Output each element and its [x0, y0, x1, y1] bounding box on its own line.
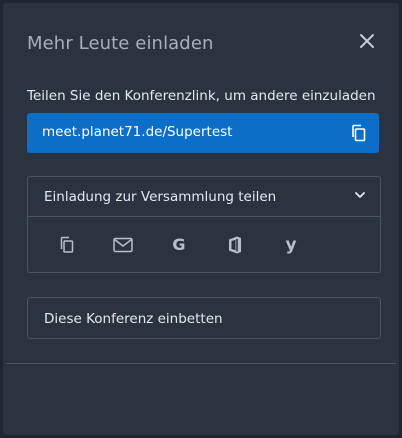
copy-icon[interactable]	[349, 123, 369, 143]
meeting-link-url: meet.planet71.de/Supertest	[42, 124, 233, 140]
invite-share-panel: Einladung zur Versammlung teilen G y	[27, 176, 381, 273]
office365-icon[interactable]	[223, 233, 247, 257]
chevron-down-icon[interactable]	[352, 187, 368, 203]
invite-share-label: Einladung zur Versammlung teilen	[44, 189, 277, 205]
copy-icon[interactable]	[55, 233, 79, 257]
close-icon[interactable]	[356, 30, 378, 52]
embed-meeting-label: Diese Konferenz einbetten	[44, 311, 223, 327]
share-link-label: Teilen Sie den Konferenzlink, um andere …	[27, 88, 376, 104]
invite-share-header[interactable]: Einladung zur Versammlung teilen	[28, 177, 380, 217]
yahoo-icon[interactable]: y	[279, 233, 303, 257]
meeting-link-field[interactable]: meet.planet71.de/Supertest	[27, 113, 379, 153]
email-icon[interactable]	[111, 233, 135, 257]
google-icon[interactable]: G	[167, 233, 191, 257]
dialog-title: Mehr Leute einladen	[27, 33, 214, 54]
invite-dialog: Mehr Leute einladen Teilen Sie den Konfe…	[3, 3, 399, 435]
embed-meeting-button[interactable]: Diese Konferenz einbetten	[27, 297, 381, 339]
footer-divider	[6, 363, 396, 364]
